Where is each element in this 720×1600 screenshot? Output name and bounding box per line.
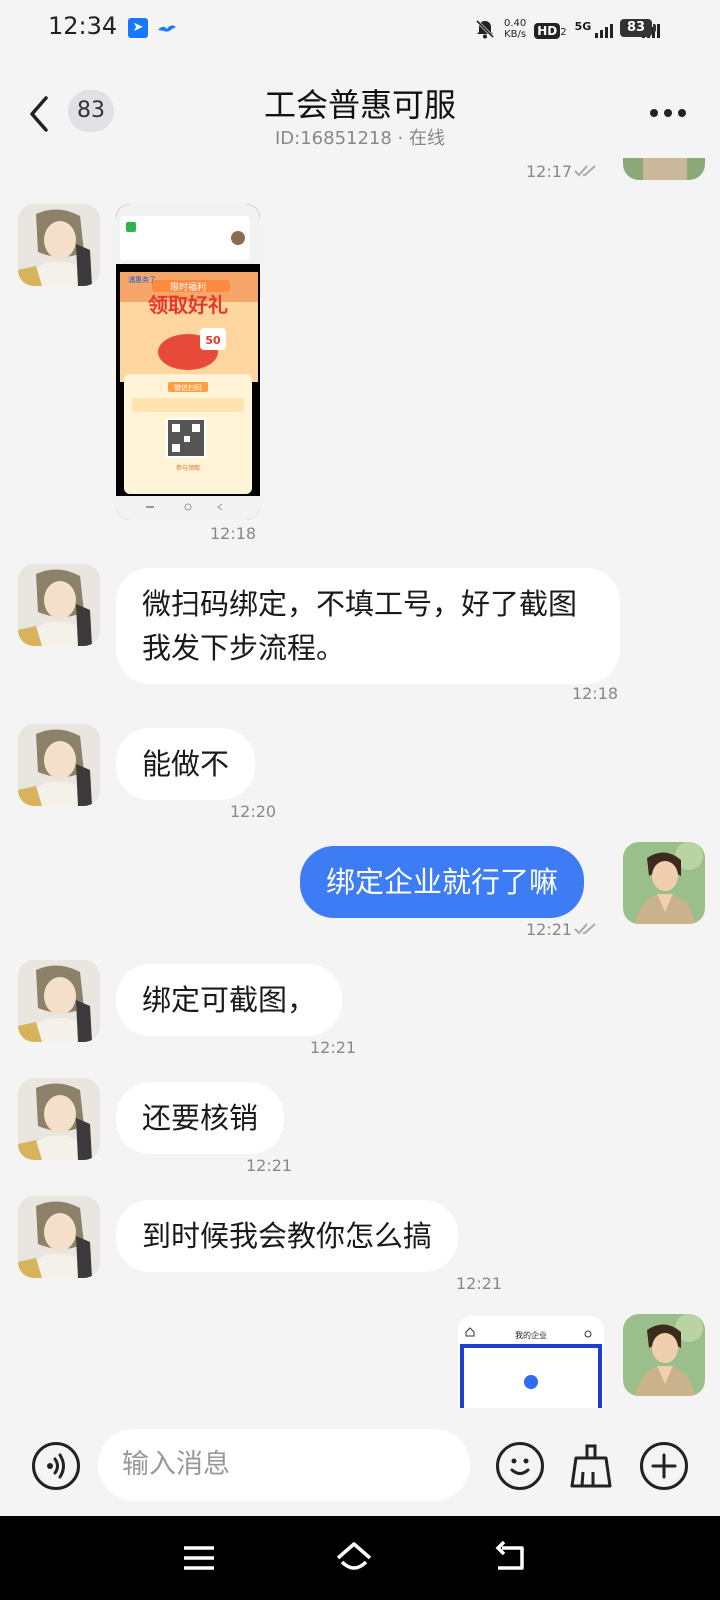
back-nav-icon[interactable] — [492, 1538, 532, 1578]
message-bubble[interactable]: 能做不 — [116, 728, 256, 800]
image-title-text: 我的企业 — [515, 1330, 547, 1340]
message-bubble-me[interactable]: 绑定企业就行了嘛 — [300, 846, 585, 918]
message-bubble[interactable]: 微扫码绑定，不填工号，好了截图我发下步流程。 — [116, 568, 620, 684]
avatar-contact[interactable] — [18, 204, 100, 286]
message-time: 12:21 — [246, 1156, 293, 1175]
signal-1-icon: 5G — [575, 20, 614, 38]
system-nav-bar — [0, 1516, 720, 1600]
image-message-me[interactable]: 我的企业 — [458, 1316, 604, 1408]
avatar-contact[interactable] — [18, 960, 100, 1042]
promo-bottom-text: 参与领取 — [176, 464, 200, 472]
avatar-me[interactable] — [623, 1314, 705, 1396]
message-input[interactable]: 输入消息 — [98, 1429, 470, 1501]
battery-icon: 83 — [620, 19, 656, 37]
hd-indicator: HD 2 — [534, 20, 567, 39]
promo-amount-text: 50 — [205, 334, 221, 347]
avatar-me[interactable] — [623, 842, 705, 924]
input-bar: 输入消息 — [0, 1408, 720, 1516]
message-time: 12:18 — [210, 524, 257, 543]
message-time: 12:20 — [230, 802, 277, 821]
message-time: 12:17 — [526, 162, 573, 181]
net-speed: 0.40 KB/s — [504, 18, 526, 40]
signal-app-icon: ➤ — [128, 18, 148, 38]
bell-off-icon — [475, 19, 495, 39]
status-bar: 12:34 ➤ 0.40 KB/s HD2 5G 5G 83 — [0, 0, 720, 58]
message-time: 12:21 — [310, 1038, 357, 1057]
chat-header: 83 工会普惠可服 ID:16851218 · 在线 — [0, 58, 720, 158]
promo-title-text: 领取好礼 — [148, 293, 228, 317]
chat-title: 工会普惠可服 — [263, 86, 456, 124]
sig1-label: 5G — [574, 20, 592, 33]
emoji-icon[interactable] — [496, 1442, 544, 1490]
hd-sub: 2 — [560, 26, 567, 38]
add-attachment-icon[interactable] — [640, 1442, 688, 1490]
hd-label: HD — [534, 22, 561, 39]
broom-icon[interactable] — [566, 1442, 616, 1490]
message-bubble[interactable]: 到时候我会教你怎么搞 — [116, 1200, 459, 1272]
status-time: 12:34 — [48, 12, 118, 40]
home-icon[interactable] — [334, 1538, 374, 1578]
message-bubble[interactable]: 绑定可截图， — [116, 964, 343, 1036]
message-time: 12:21 — [526, 920, 573, 939]
image-message[interactable]: 限时福利 领取好礼 浦惠务了 50 微信扫码 参与领取 — [116, 204, 260, 520]
menu-icon[interactable] — [180, 1538, 220, 1578]
bird-app-icon — [158, 25, 176, 32]
more-options-icon[interactable] — [650, 98, 690, 128]
net-speed-value: 0.40 — [503, 18, 527, 29]
read-receipt-icon — [574, 165, 596, 177]
chat-subtitle: ID:16851218 · 在线 — [274, 128, 445, 149]
message-bubble[interactable]: 还要核销 — [116, 1082, 285, 1154]
avatar-me[interactable] — [623, 158, 705, 180]
promo-scan-text: 微信扫码 — [174, 383, 202, 392]
message-time: 12:18 — [572, 684, 619, 703]
read-receipt-icon — [574, 923, 596, 935]
net-speed-unit: KB/s — [504, 29, 527, 40]
message-list[interactable]: 12:17 限时福利 领取好礼 浦惠务了 50 微信扫码 参与领取 12:18 … — [0, 158, 720, 1408]
message-time: 12:21 — [456, 1274, 503, 1293]
avatar-contact[interactable] — [18, 1078, 100, 1160]
avatar-contact[interactable] — [18, 1196, 100, 1278]
avatar-contact[interactable] — [18, 724, 100, 806]
promo-top-text: 限时福利 — [170, 281, 206, 293]
promo-brand-text: 浦惠务了 — [128, 275, 156, 284]
voice-input-icon[interactable] — [32, 1442, 80, 1490]
avatar-contact[interactable] — [18, 564, 100, 646]
